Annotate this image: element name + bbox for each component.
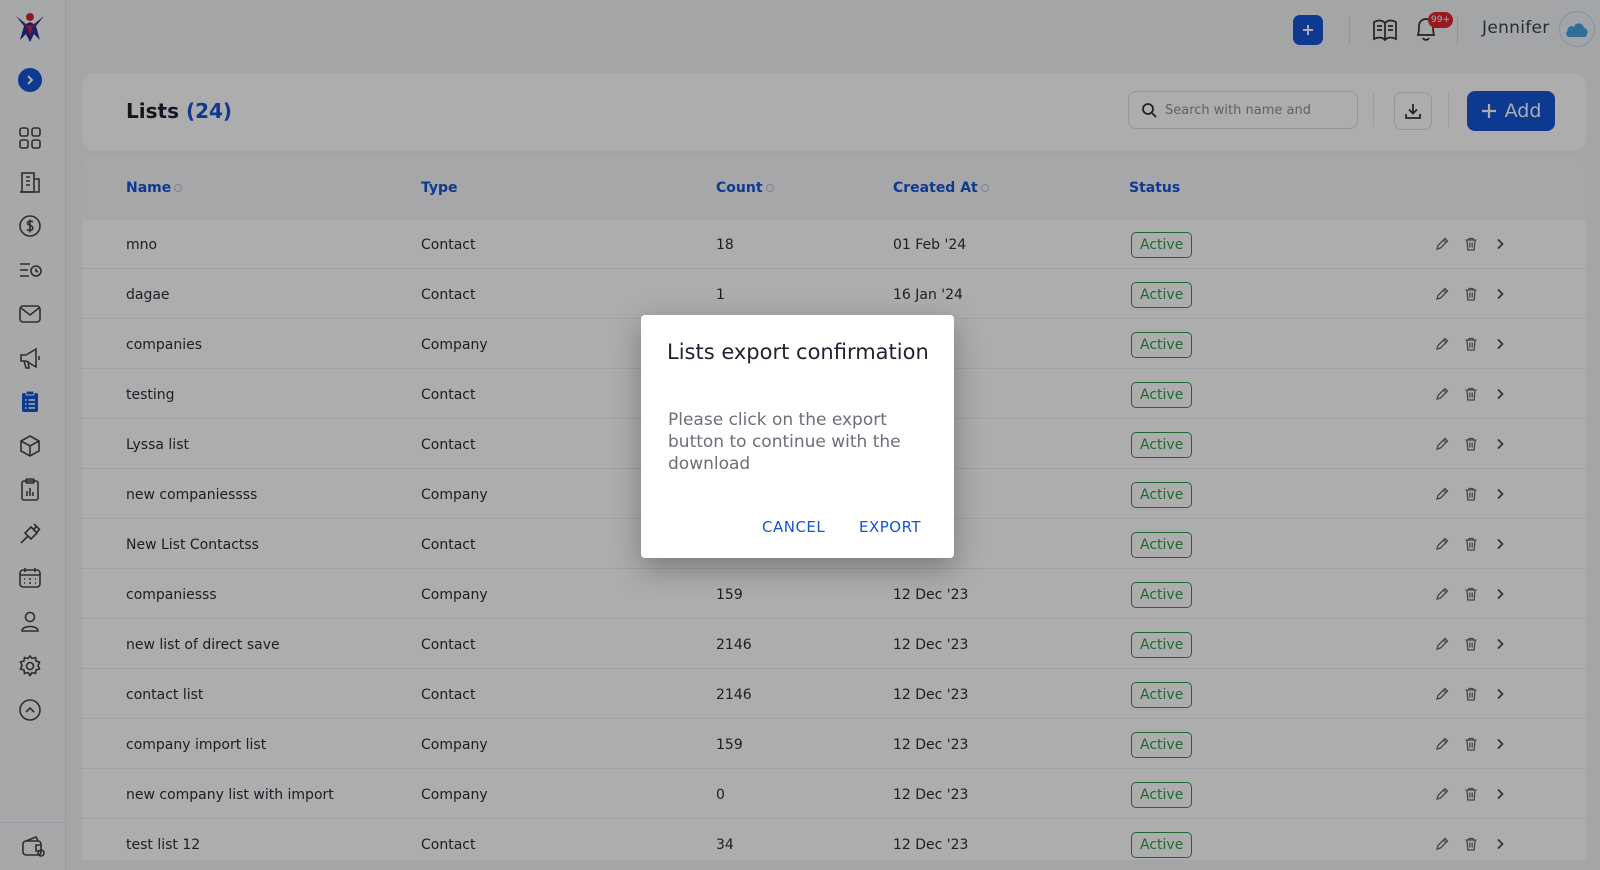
dialog-message: Please click on the export button to con… bbox=[668, 410, 901, 474]
export-confirmation-dialog: Lists export confirmation Please click o… bbox=[641, 315, 954, 558]
export-button[interactable]: EXPORT bbox=[859, 518, 921, 536]
dialog-title: Lists export confirmation bbox=[667, 340, 929, 364]
cancel-button[interactable]: CANCEL bbox=[762, 518, 825, 536]
